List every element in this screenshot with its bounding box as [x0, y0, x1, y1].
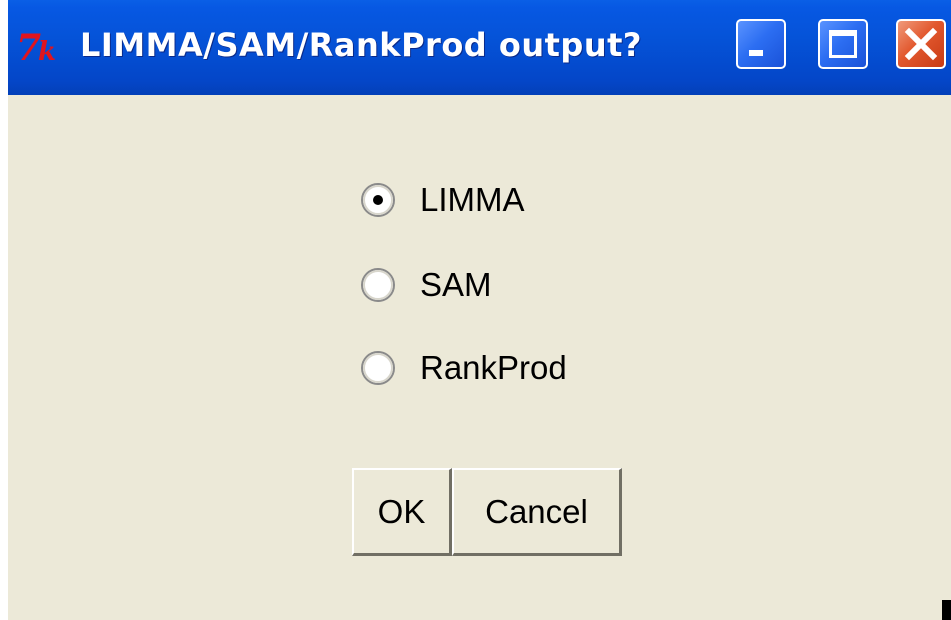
radio-option-limma[interactable]: LIMMA	[360, 180, 525, 220]
close-button[interactable]	[896, 19, 946, 69]
dialog-window: 7 k LIMMA/SAM/RankProd output? LIMMA SAM…	[8, 0, 951, 620]
title-bar[interactable]: 7 k LIMMA/SAM/RankProd output?	[8, 0, 951, 95]
close-icon	[904, 27, 938, 61]
radio-option-sam[interactable]: SAM	[360, 265, 492, 305]
tk-icon: 7 k	[16, 28, 56, 68]
minimize-button[interactable]	[736, 19, 786, 69]
radio-label: LIMMA	[420, 181, 525, 218]
radio-option-rankprod[interactable]: RankProd	[360, 348, 567, 388]
svg-text:k: k	[38, 37, 56, 67]
resize-grip[interactable]	[942, 600, 951, 620]
radio-button-selected[interactable]	[360, 182, 396, 218]
maximize-icon	[829, 30, 857, 58]
radio-button[interactable]	[360, 267, 396, 303]
maximize-button[interactable]	[818, 19, 868, 69]
minimize-icon	[749, 50, 763, 56]
radio-label: RankProd	[420, 349, 567, 386]
ok-button[interactable]: OK	[352, 468, 452, 556]
window-title: LIMMA/SAM/RankProd output?	[80, 26, 642, 64]
radio-label: SAM	[420, 266, 492, 303]
cancel-button[interactable]: Cancel	[452, 468, 622, 556]
radio-button[interactable]	[360, 350, 396, 386]
